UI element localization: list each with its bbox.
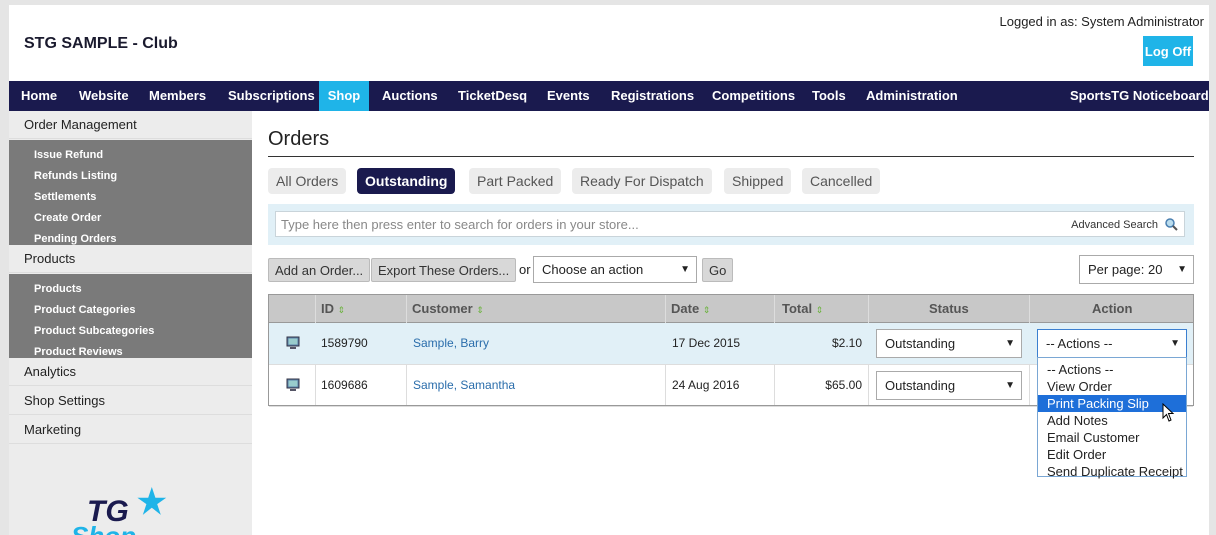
nav-item-registrations[interactable]: Registrations <box>611 81 694 111</box>
nav-item-administration[interactable]: Administration <box>866 81 958 111</box>
title-divider <box>268 156 1194 157</box>
per-page-value: Per page: 20 <box>1088 262 1163 277</box>
chevron-down-icon: ▼ <box>1170 338 1180 349</box>
dropdown-option[interactable]: View Order <box>1038 378 1186 395</box>
log-off-button[interactable]: Log Off <box>1143 36 1193 66</box>
sidebar-link-products[interactable]: Products <box>34 283 82 295</box>
sidebar-link-create-order[interactable]: Create Order <box>34 212 101 224</box>
dropdown-option[interactable]: -- Actions -- <box>1038 361 1186 378</box>
dropdown-option[interactable]: Send Duplicate Receipt <box>1038 463 1186 480</box>
dropdown-option[interactable]: Edit Order <box>1038 446 1186 463</box>
search-placeholder: Type here then press enter to search for… <box>281 217 639 232</box>
page-frame: STG SAMPLE - Club Logged in as: System A… <box>9 5 1209 535</box>
order-submenu: Issue Refund Refunds Listing Settlements… <box>9 140 252 245</box>
tg-shop-logo: TG Shop <box>69 485 199 535</box>
sidebar-link-refunds-listing[interactable]: Refunds Listing <box>34 170 117 182</box>
products-submenu: Products Product Categories Product Subc… <box>9 274 252 358</box>
order-date: 24 Aug 2016 <box>672 378 740 392</box>
customer-link[interactable]: Sample, Samantha <box>413 365 515 406</box>
customer-link[interactable]: Sample, Barry <box>413 323 489 364</box>
nav-item-home[interactable]: Home <box>21 81 57 111</box>
chevron-down-icon: ▼ <box>1177 264 1187 275</box>
go-button[interactable]: Go <box>702 258 734 282</box>
order-id: 1609686 <box>321 378 368 392</box>
sidebar-marketing[interactable]: Marketing <box>9 416 252 444</box>
nav-item-events[interactable]: Events <box>547 81 590 111</box>
sidebar: Order Management Issue Refund Refunds Li… <box>9 111 252 535</box>
status-value: Outstanding <box>885 378 956 393</box>
sidebar-link-product-reviews[interactable]: Product Reviews <box>34 346 123 358</box>
monitor-icon[interactable] <box>286 378 300 392</box>
order-total: $65.00 <box>825 378 862 392</box>
export-orders-button[interactable]: Export These Orders... <box>371 258 517 282</box>
nav-item-shop[interactable]: Shop <box>319 81 369 111</box>
col-id[interactable]: ID ⇕ <box>321 295 345 322</box>
or-text: or <box>519 262 531 277</box>
sidebar-analytics[interactable]: Analytics <box>9 358 252 386</box>
per-page-select[interactable]: Per page: 20 ▼ <box>1079 255 1194 284</box>
chevron-down-icon: ▼ <box>680 264 690 275</box>
col-total[interactable]: Total ⇕ <box>782 295 823 322</box>
actions-value: -- Actions -- <box>1046 336 1113 351</box>
add-order-button[interactable]: Add an Order... <box>268 258 371 282</box>
status-select[interactable]: Outstanding ▼ <box>876 371 1022 400</box>
nav-item-members[interactable]: Members <box>149 81 206 111</box>
col-customer[interactable]: Customer ⇕ <box>412 295 484 322</box>
table-header: ID ⇕ Customer ⇕ Date ⇕ Total ⇕ Status Ac… <box>269 295 1193 323</box>
choose-action-value: Choose an action <box>542 262 644 277</box>
nav-item-subscriptions[interactable]: Subscriptions <box>228 81 315 111</box>
order-id: 1589790 <box>321 336 368 350</box>
svg-text:Shop: Shop <box>71 521 136 535</box>
status-select[interactable]: Outstanding ▼ <box>876 329 1022 358</box>
sidebar-link-issue-refund[interactable]: Issue Refund <box>34 149 103 161</box>
logged-in-text: Logged in as: System Administrator <box>999 14 1205 29</box>
search-bar: Type here then press enter to search for… <box>268 204 1194 245</box>
sidebar-shop-settings[interactable]: Shop Settings <box>9 387 252 415</box>
tab-part-packed[interactable]: Part Packed <box>469 168 562 194</box>
actions-select[interactable]: -- Actions -- ▼ <box>1037 329 1187 358</box>
search-input[interactable]: Type here then press enter to search for… <box>275 211 1185 237</box>
nav-item-noticeboard[interactable]: SportsTG Noticeboard <box>1070 81 1209 111</box>
sidebar-link-product-subcategories[interactable]: Product Subcategories <box>34 325 154 337</box>
sidebar-link-settlements[interactable]: Settlements <box>34 191 96 203</box>
mouse-cursor-icon <box>1162 402 1176 426</box>
search-icon[interactable] <box>1164 217 1178 231</box>
order-total: $2.10 <box>831 336 862 350</box>
sidebar-products[interactable]: Products <box>9 245 252 273</box>
tab-outstanding[interactable]: Outstanding <box>357 168 456 194</box>
choose-action-select[interactable]: Choose an action ▼ <box>533 256 697 283</box>
chevron-down-icon: ▼ <box>1005 338 1015 349</box>
nav-item-auctions[interactable]: Auctions <box>382 81 438 111</box>
col-status: Status <box>929 301 969 316</box>
sidebar-order-management[interactable]: Order Management <box>9 111 252 139</box>
tab-shipped[interactable]: Shipped <box>724 168 792 194</box>
order-date: 17 Dec 2015 <box>672 336 741 350</box>
chevron-down-icon: ▼ <box>1005 380 1015 391</box>
tab-ready-for-dispatch[interactable]: Ready For Dispatch <box>572 168 712 194</box>
nav-item-ticketdesq[interactable]: TicketDesq <box>458 81 527 111</box>
tab-all-orders[interactable]: All Orders <box>268 168 347 194</box>
page-title: Orders <box>268 128 330 150</box>
sidebar-link-product-categories[interactable]: Product Categories <box>34 304 135 316</box>
sidebar-link-pending-orders[interactable]: Pending Orders <box>34 233 117 245</box>
nav-item-tools[interactable]: Tools <box>812 81 846 111</box>
col-action: Action <box>1092 301 1133 316</box>
main-nav: Home Website Members Subscriptions Shop … <box>9 81 1209 111</box>
nav-item-website[interactable]: Website <box>79 81 129 111</box>
site-title: STG SAMPLE - Club <box>24 35 178 52</box>
tab-cancelled[interactable]: Cancelled <box>802 168 881 194</box>
status-value: Outstanding <box>885 336 956 351</box>
monitor-icon[interactable] <box>286 336 300 350</box>
advanced-search-link[interactable]: Advanced Search <box>1071 219 1158 231</box>
col-date[interactable]: Date ⇕ <box>671 295 710 322</box>
dropdown-option[interactable]: Email Customer <box>1038 429 1186 446</box>
nav-item-competitions[interactable]: Competitions <box>712 81 795 111</box>
